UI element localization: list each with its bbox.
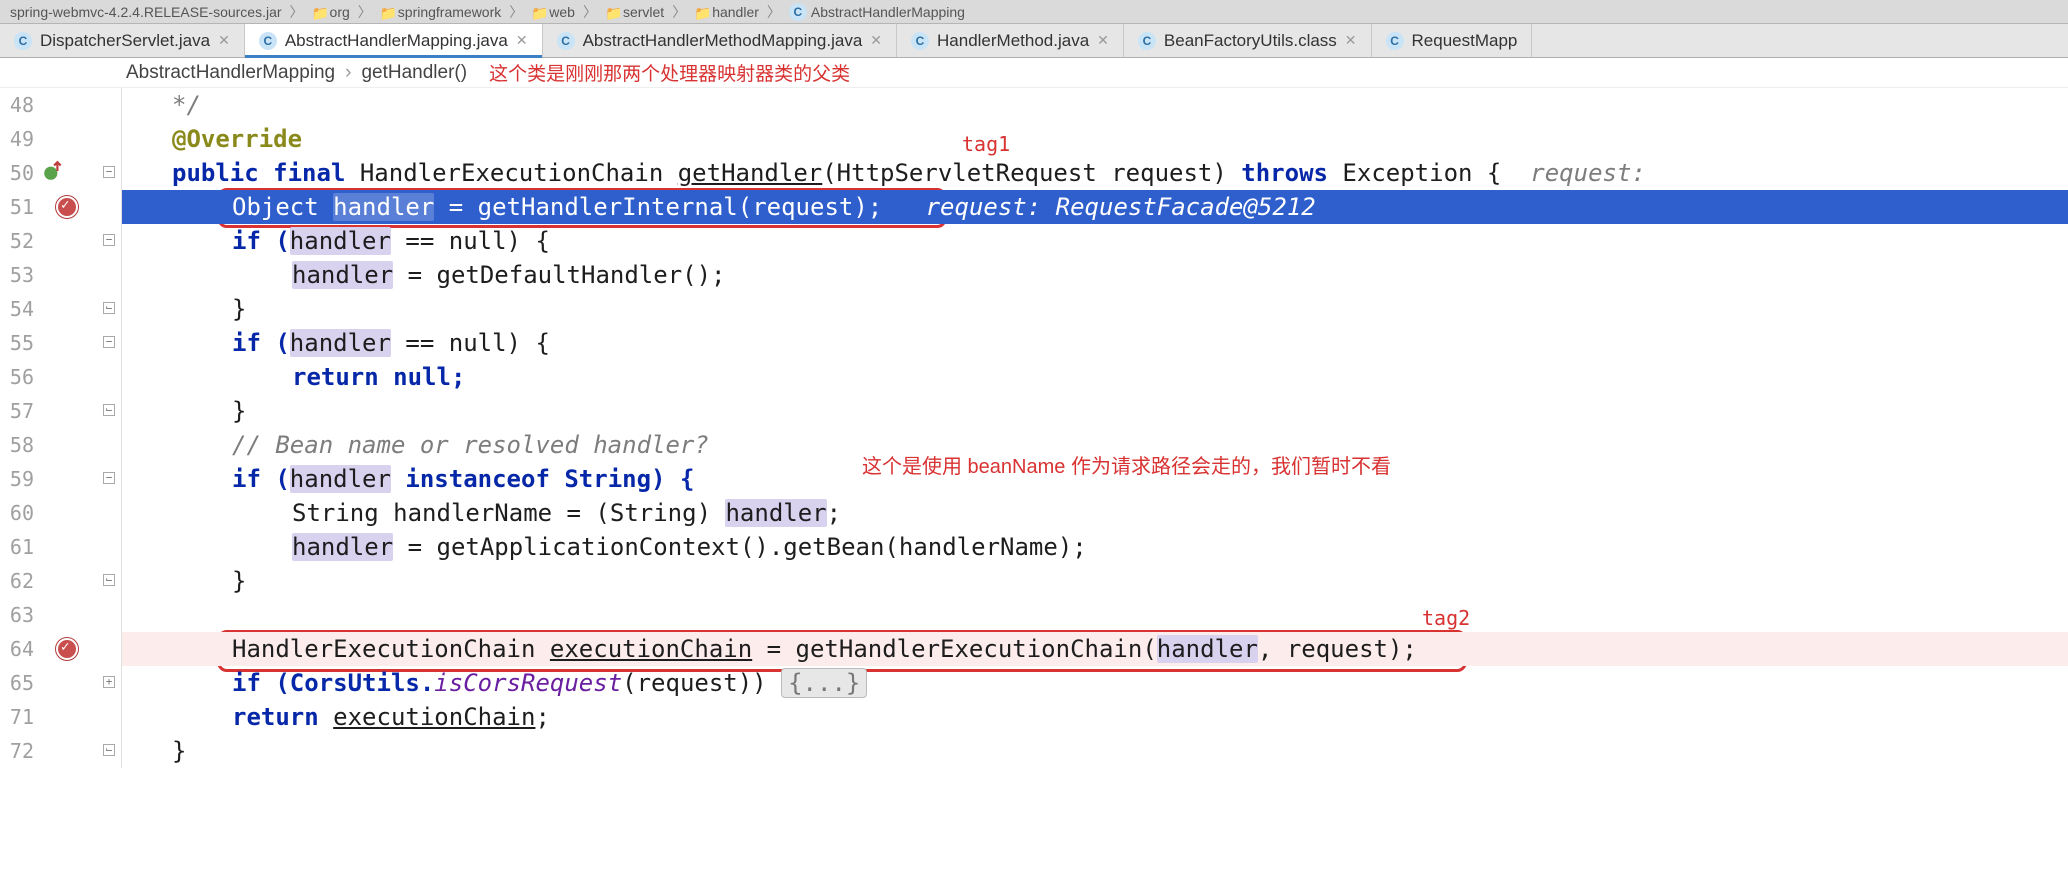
breakpoint-line: HandlerExecutionChain executionChain = g…: [122, 632, 2068, 666]
class-icon: C: [1386, 32, 1404, 50]
code-breadcrumb: AbstractHandlerMapping › getHandler() 这个…: [0, 58, 2068, 88]
marks-gutter[interactable]: [38, 88, 98, 768]
breakpoint-icon[interactable]: [56, 638, 78, 660]
tab-label: AbstractHandlerMethodMapping.java: [583, 31, 863, 51]
current-execution-line: Object handler = getHandlerInternal(requ…: [122, 190, 2068, 224]
class-icon: C: [259, 32, 277, 50]
package-icon: 📁: [531, 5, 545, 19]
tab-bean-factory-utils[interactable]: C BeanFactoryUtils.class ✕: [1124, 24, 1372, 57]
class-icon: C: [789, 3, 807, 21]
fold-toggle-icon[interactable]: −: [103, 472, 115, 484]
tab-dispatcher-servlet[interactable]: C DispatcherServlet.java ✕: [0, 24, 245, 57]
package-icon: 📁: [312, 5, 326, 19]
package-icon: 📁: [694, 5, 708, 19]
fold-gutter[interactable]: − − ⌙ − ⌙ − ⌙ + ⌙: [98, 88, 122, 768]
class-icon: C: [911, 32, 929, 50]
fold-close-icon[interactable]: ⌙: [103, 302, 115, 314]
package-icon: 📁: [605, 5, 619, 19]
code-editor[interactable]: 48 49 50 51 52 53 54 55 56 57 58 59 60 6…: [0, 88, 2068, 768]
override-up-icon[interactable]: [42, 160, 64, 182]
fold-toggle-icon[interactable]: −: [103, 166, 115, 178]
class-icon: C: [557, 32, 575, 50]
breadcrumb-method[interactable]: getHandler(): [361, 62, 467, 84]
fold-toggle-icon[interactable]: −: [103, 336, 115, 348]
close-icon[interactable]: ✕: [516, 32, 528, 49]
fold-close-icon[interactable]: ⌙: [103, 744, 115, 756]
close-icon[interactable]: ✕: [870, 32, 882, 49]
breadcrumb-class[interactable]: AbstractHandlerMapping: [126, 62, 335, 84]
project-path-bar: spring-webmvc-4.2.4.RELEASE-sources.jar …: [0, 0, 2068, 24]
breakpoint-icon[interactable]: [56, 196, 78, 218]
fold-close-icon[interactable]: ⌙: [103, 404, 115, 416]
class-icon: C: [14, 32, 32, 50]
package-icon: 📁: [380, 5, 394, 19]
fold-close-icon[interactable]: ⌙: [103, 574, 115, 586]
tab-handler-method[interactable]: C HandlerMethod.java ✕: [897, 24, 1124, 57]
chevron-right-icon: ›: [345, 62, 351, 84]
jar-name: spring-webmvc-4.2.4.RELEASE-sources.jar: [10, 4, 282, 20]
editor-tabs: C DispatcherServlet.java ✕ C AbstractHan…: [0, 24, 2068, 58]
tab-abstract-handler-mapping[interactable]: C AbstractHandlerMapping.java ✕: [245, 24, 543, 57]
folded-code-block[interactable]: {...}: [781, 668, 867, 698]
close-icon[interactable]: ✕: [1097, 32, 1109, 49]
class-icon: C: [1138, 32, 1156, 50]
close-icon[interactable]: ✕: [218, 32, 230, 49]
line-number-gutter: 48 49 50 51 52 53 54 55 56 57 58 59 60 6…: [0, 88, 38, 768]
fold-toggle-icon[interactable]: −: [103, 234, 115, 246]
tab-label: DispatcherServlet.java: [40, 31, 210, 51]
tab-abstract-handler-method-mapping[interactable]: C AbstractHandlerMethodMapping.java ✕: [543, 24, 897, 57]
annotation-note: 这个类是刚刚那两个处理器映射器类的父类: [489, 59, 850, 86]
fold-expand-icon[interactable]: +: [103, 676, 115, 688]
close-icon[interactable]: ✕: [1345, 32, 1357, 49]
tab-label: RequestMapp: [1412, 31, 1518, 51]
tab-label: BeanFactoryUtils.class: [1164, 31, 1337, 51]
tab-label: HandlerMethod.java: [937, 31, 1089, 51]
code-area[interactable]: tag1 这个是使用 beanName 作为请求路径会走的，我们暂时不看 tag…: [122, 88, 2068, 768]
tab-request-mapping[interactable]: C RequestMapp: [1372, 24, 1533, 57]
tab-label: AbstractHandlerMapping.java: [285, 31, 508, 51]
